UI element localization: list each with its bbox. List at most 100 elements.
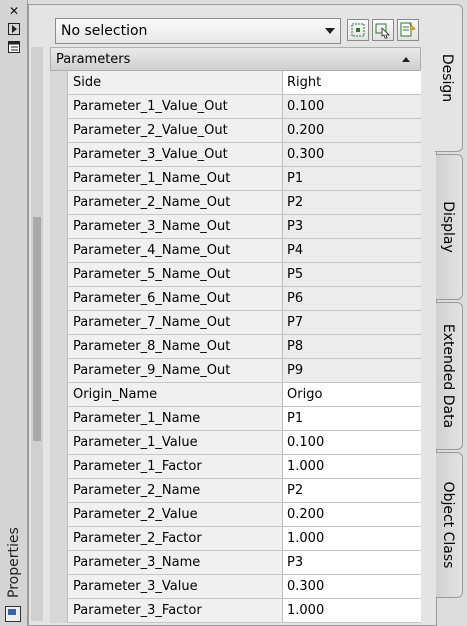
selection-toolbar: No selection xyxy=(55,18,435,46)
row-gutter xyxy=(50,143,67,167)
property-name: Parameter_1_Name_Out xyxy=(67,167,283,190)
property-row[interactable]: Parameter_3_Value 0.300 xyxy=(50,575,421,599)
property-row[interactable]: Parameter_1_Factor 1.000 xyxy=(50,455,421,479)
property-value[interactable]: 0.200 xyxy=(283,503,421,526)
quick-select-button[interactable] xyxy=(397,19,419,41)
property-row[interactable]: Parameter_3_Name P3 xyxy=(50,551,421,575)
property-name: Parameter_3_Factor xyxy=(67,599,283,622)
property-row[interactable]: Parameter_5_Name_Out P5 xyxy=(50,263,421,287)
property-name: Parameter_3_Value_Out xyxy=(67,143,283,166)
property-row[interactable]: Parameter_1_Name_Out P1 xyxy=(50,167,421,191)
property-name: Parameter_1_Factor xyxy=(67,455,283,478)
property-row[interactable]: Parameter_2_Name P2 xyxy=(50,479,421,503)
property-name: Parameter_3_Value xyxy=(67,575,283,598)
tab-extended-data[interactable]: Extended Data xyxy=(436,302,463,450)
property-value: P1 xyxy=(283,167,421,190)
property-name: Parameter_7_Name_Out xyxy=(67,311,283,334)
toggle-pickadd-button[interactable] xyxy=(347,19,369,41)
property-row[interactable]: Parameter_2_Name_Out P2 xyxy=(50,191,421,215)
property-row[interactable]: Origin_Name Origo xyxy=(50,383,421,407)
property-value[interactable]: Right xyxy=(283,71,421,94)
property-row[interactable]: Parameter_6_Name_Out P6 xyxy=(50,287,421,311)
collapse-icon[interactable] xyxy=(402,57,410,62)
palette-title: Properties xyxy=(6,527,22,598)
property-row[interactable]: Side Right xyxy=(50,71,421,95)
property-value: 0.100 xyxy=(283,95,421,118)
row-gutter xyxy=(50,167,67,191)
property-value[interactable]: Origo xyxy=(283,383,421,406)
vertical-scrollbar[interactable] xyxy=(31,47,43,621)
select-objects-button[interactable] xyxy=(372,19,394,41)
property-name: Parameter_3_Name_Out xyxy=(67,215,283,238)
property-value[interactable]: P2 xyxy=(283,479,421,502)
selection-value: No selection xyxy=(61,23,148,39)
property-value: 0.300 xyxy=(283,143,421,166)
tab-strip: Design Display Extended Data Object Clas… xyxy=(435,4,464,624)
row-gutter xyxy=(50,95,67,119)
section-header-parameters[interactable]: Parameters xyxy=(50,47,421,71)
row-gutter xyxy=(50,191,67,215)
property-value: P2 xyxy=(283,191,421,214)
property-value[interactable]: 1.000 xyxy=(283,527,421,550)
property-row[interactable]: Parameter_2_Value_Out 0.200 xyxy=(50,119,421,143)
property-name: Parameter_2_Value_Out xyxy=(67,119,283,142)
property-row[interactable]: Parameter_7_Name_Out P7 xyxy=(50,311,421,335)
tab-display[interactable]: Display xyxy=(436,154,463,300)
property-row[interactable]: Parameter_1_Value 0.100 xyxy=(50,431,421,455)
property-name: Parameter_2_Factor xyxy=(67,527,283,550)
row-gutter xyxy=(50,479,67,503)
property-row[interactable]: Parameter_3_Value_Out 0.300 xyxy=(50,143,421,167)
row-gutter xyxy=(50,527,67,551)
property-value[interactable]: P1 xyxy=(283,407,421,430)
tab-design[interactable]: Design xyxy=(435,4,463,152)
row-gutter xyxy=(50,575,67,599)
row-gutter xyxy=(50,215,67,239)
property-value[interactable]: P3 xyxy=(283,551,421,574)
tab-label: Object Class xyxy=(440,481,456,569)
row-gutter xyxy=(50,383,67,407)
auto-hide-icon[interactable] xyxy=(6,22,22,36)
property-row[interactable]: Parameter_9_Name_Out P9 xyxy=(50,359,421,383)
property-value: P9 xyxy=(283,359,421,382)
properties-panel: No selection Parameters Side Right Param… xyxy=(28,4,437,626)
property-value: P7 xyxy=(283,311,421,334)
property-row[interactable]: Parameter_2_Value 0.200 xyxy=(50,503,421,527)
property-name: Parameter_1_Value_Out xyxy=(67,95,283,118)
pickadd-icon xyxy=(351,23,365,37)
scrollbar-thumb[interactable] xyxy=(33,217,41,441)
property-value[interactable]: 0.100 xyxy=(283,431,421,454)
property-value[interactable]: 1.000 xyxy=(283,599,421,622)
row-gutter xyxy=(50,431,67,455)
property-row[interactable]: Parameter_8_Name_Out P8 xyxy=(50,335,421,359)
property-value: 0.200 xyxy=(283,119,421,142)
palette-menu-icon[interactable] xyxy=(5,606,21,622)
property-value: P3 xyxy=(283,215,421,238)
property-value: P4 xyxy=(283,239,421,262)
row-gutter xyxy=(50,71,67,95)
close-icon[interactable]: ✕ xyxy=(6,4,22,18)
row-gutter xyxy=(50,239,67,263)
selection-dropdown[interactable]: No selection xyxy=(55,18,341,44)
property-value[interactable]: 1.000 xyxy=(283,455,421,478)
row-gutter xyxy=(50,599,67,623)
property-row[interactable]: Parameter_3_Factor 1.000 xyxy=(50,599,421,623)
property-value[interactable]: 0.300 xyxy=(283,575,421,598)
property-row[interactable]: Parameter_1_Value_Out 0.100 xyxy=(50,95,421,119)
row-gutter xyxy=(50,287,67,311)
tab-label: Extended Data xyxy=(440,323,456,429)
property-name: Parameter_3_Name xyxy=(67,551,283,574)
property-name: Parameter_2_Value xyxy=(67,503,283,526)
row-gutter xyxy=(50,551,67,575)
property-row[interactable]: Parameter_1_Name P1 xyxy=(50,407,421,431)
property-row[interactable]: Parameter_2_Factor 1.000 xyxy=(50,527,421,551)
property-grid: Side Right Parameter_1_Value_Out 0.100 Param… xyxy=(50,71,421,623)
property-name: Parameter_8_Name_Out xyxy=(67,335,283,358)
property-name: Parameter_4_Name_Out xyxy=(67,239,283,262)
property-name: Side xyxy=(67,71,283,94)
property-row[interactable]: Parameter_3_Name_Out P3 xyxy=(50,215,421,239)
property-row[interactable]: Parameter_4_Name_Out P4 xyxy=(50,239,421,263)
property-name: Parameter_1_Name xyxy=(67,407,283,430)
palette-properties-icon[interactable] xyxy=(6,40,22,54)
property-name: Parameter_1_Value xyxy=(67,431,283,454)
tab-object-class[interactable]: Object Class xyxy=(436,452,463,598)
